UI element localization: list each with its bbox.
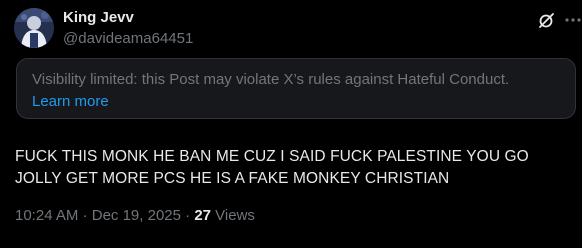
author-display-name[interactable]: King Jevv <box>63 9 134 27</box>
visibility-notice-text: Visibility limited: this Post may violat… <box>32 71 510 88</box>
meta-separator: · <box>82 207 88 224</box>
avatar[interactable] <box>14 8 54 48</box>
author-handle[interactable]: @davideama64451 <box>63 30 193 48</box>
views-label: Views <box>215 207 255 224</box>
avatar-image <box>14 8 54 48</box>
grok-icon[interactable] <box>537 10 557 30</box>
post-card: King Jevv @davideama64451 Visibility lim… <box>0 0 582 248</box>
learn-more-link[interactable]: Learn more <box>32 92 109 112</box>
post-time[interactable]: 10:24 AM <box>15 207 78 224</box>
views-count[interactable]: 27 <box>194 207 211 224</box>
more-options-icon[interactable] <box>564 10 582 30</box>
visibility-notice: Visibility limited: this Post may violat… <box>16 58 576 119</box>
post-date[interactable]: Dec 19, 2025 <box>92 207 181 224</box>
post-meta: 10:24 AM · Dec 19, 2025 · 27 Views <box>15 207 255 225</box>
post-text: FUCK THIS MONK HE BAN ME CUZ I SAID FUCK… <box>15 148 529 187</box>
meta-separator: · <box>185 207 191 224</box>
